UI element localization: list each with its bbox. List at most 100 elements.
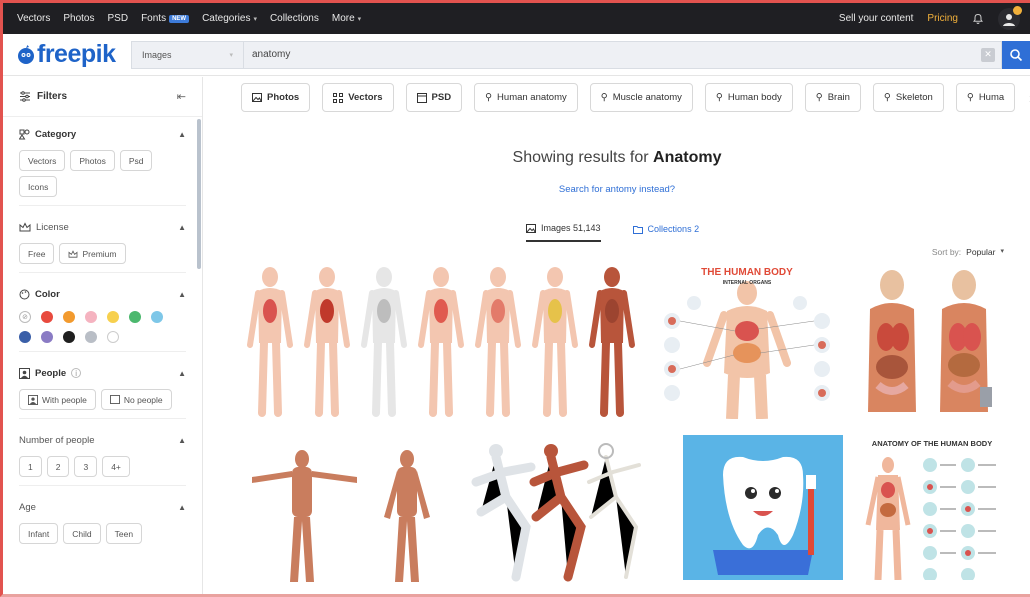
color-swatch-5[interactable] [151,311,163,323]
tag-vectors[interactable]: Vectors [322,83,394,112]
result-thumbnail-muscle-figures[interactable] [242,437,442,582]
nav-more[interactable]: More ▾ [332,13,361,24]
nav-categories[interactable]: Categories ▾ [202,13,257,24]
image-icon [252,93,262,102]
people-count-3[interactable]: 3 [74,456,98,477]
tag-human-partial[interactable]: ⚲ Huma [955,83,1016,112]
logo-text: freepik [37,40,116,68]
people-header[interactable]: People i ▲ [19,364,186,382]
chevron-up-icon: ▲ [178,368,186,378]
result-thumbnail-running-figures[interactable] [456,437,656,582]
results-tabs: Images 51,143 Collections 2 [526,223,699,242]
no-people-label: No people [123,394,163,405]
category-chip-photos[interactable]: Photos [70,150,115,171]
category-chip-vectors[interactable]: Vectors [19,150,66,171]
color-swatch-3[interactable] [107,311,119,323]
folder-icon [632,225,643,234]
age-header[interactable]: Age ▲ [19,498,186,516]
freepik-logo[interactable]: freepik [3,40,128,69]
nav-photos[interactable]: Photos [63,13,94,24]
info-icon[interactable]: i [71,368,82,378]
sort-control[interactable]: Sort by: Popular ▾ [932,247,1004,257]
spelling-suggestion-link[interactable]: Search for antomy instead? [204,184,1030,195]
tag-human-anatomy[interactable]: ⚲ Human anatomy [474,83,578,112]
tab-images[interactable]: Images 51,143 [526,223,601,242]
category-chip-icons[interactable]: Icons [19,176,58,197]
body-figure [247,267,293,417]
search-icon: ⚲ [815,92,823,103]
color-header[interactable]: Color ▲ [19,285,186,303]
age-chip-infant[interactable]: Infant [19,523,59,544]
color-swatch-8[interactable] [63,331,75,343]
pricing-link[interactable]: Pricing [927,13,958,24]
search-button[interactable] [1002,40,1030,69]
tag-brain[interactable]: ⚲ Brain [804,83,861,112]
body-figure [475,267,521,417]
search-icon: ⚲ [883,92,891,103]
tag-skeleton[interactable]: ⚲ Skeleton [872,83,944,112]
nav-more-label: More [331,13,355,24]
people-chip-without[interactable]: No people [100,389,172,410]
sell-content-link[interactable]: Sell your content [839,13,914,24]
people-chip-with[interactable]: With people [19,389,96,410]
nav-vectors[interactable]: Vectors [17,13,50,24]
people-count-1[interactable]: 1 [19,456,42,477]
body-figure [418,267,464,417]
result-thumbnail-anatomy-chart[interactable]: ANATOMY OF THE HUMAN BODY [858,435,1006,580]
color-section: Color ▲ ⊘ [3,277,202,356]
search-icon: ⚲ [966,92,974,103]
avatar[interactable] [998,5,1022,30]
tab-collections[interactable]: Collections 2 [632,223,699,242]
bell-icon[interactable] [972,13,984,25]
body-figure [532,267,578,417]
people-count-2[interactable]: 2 [46,456,70,477]
tag-muscle-anatomy[interactable]: ⚲ Muscle anatomy [589,83,693,112]
color-title: Color [35,288,60,300]
color-swatch-10[interactable] [107,331,119,343]
sidebar-scrollbar[interactable] [197,119,201,269]
color-swatch-2[interactable] [85,311,97,323]
tag-skeleton-label: Skeleton [895,92,933,103]
result-thumbnail-tooth[interactable] [683,435,843,580]
clear-search-button[interactable]: ✕ [981,47,995,62]
tag-psd[interactable]: PSD [405,83,463,112]
age-title: Age [19,501,36,513]
license-chip-premium[interactable]: Premium [59,243,126,264]
result-thumbnail-body-chart[interactable]: THE HUMAN BODY INTERNAL ORGANS [652,263,842,419]
collapse-sidebar-icon[interactable]: ⇤ [177,90,186,103]
number-of-people-header[interactable]: Number of people ▲ [19,431,186,449]
chevron-down-icon: ▾ [1000,248,1004,255]
color-swatch-9[interactable] [85,331,97,343]
frame-icon [109,395,120,404]
search-type-select[interactable]: Images ▾ [132,41,244,68]
nav-categories-label: Categories [202,13,251,24]
color-swatch-4[interactable] [129,311,141,323]
people-count-4plus[interactable]: 4+ [102,456,130,477]
age-chip-child[interactable]: Child [63,523,101,544]
age-chip-teen[interactable]: Teen [105,523,143,544]
nav-fonts[interactable]: Fonts NEW [141,13,190,24]
result-thumbnail-body-systems[interactable] [242,263,642,419]
color-swatch-6[interactable] [19,331,31,343]
category-header[interactable]: Category ▲ [19,125,186,143]
color-swatch-0[interactable] [41,311,53,323]
image-icon [526,223,536,233]
search-icon [1010,48,1023,61]
anatomy-chart-illustration [858,435,1006,580]
tag-human-anatomy-label: Human anatomy [497,92,567,103]
category-chip-psd[interactable]: Psd [119,150,153,171]
tag-muscle-anatomy-label: Muscle anatomy [612,92,682,103]
color-swatch-1[interactable] [63,311,75,323]
number-of-people-section: Number of people ▲ 1 2 3 4+ [3,423,202,490]
license-chip-free[interactable]: Free [19,243,55,264]
result-thumbnail-torso-models[interactable] [856,263,1004,419]
color-swatch-7[interactable] [41,331,53,343]
tag-photos[interactable]: Photos [241,83,311,112]
nav-collections[interactable]: Collections [270,13,319,24]
color-swatch-any[interactable]: ⊘ [19,311,31,323]
tag-human-body[interactable]: ⚲ Human body [704,83,793,112]
nav-psd[interactable]: PSD [108,13,129,24]
search-input[interactable] [244,41,981,68]
search-icon: ⚲ [485,92,493,103]
license-header[interactable]: License ▲ [19,218,186,236]
